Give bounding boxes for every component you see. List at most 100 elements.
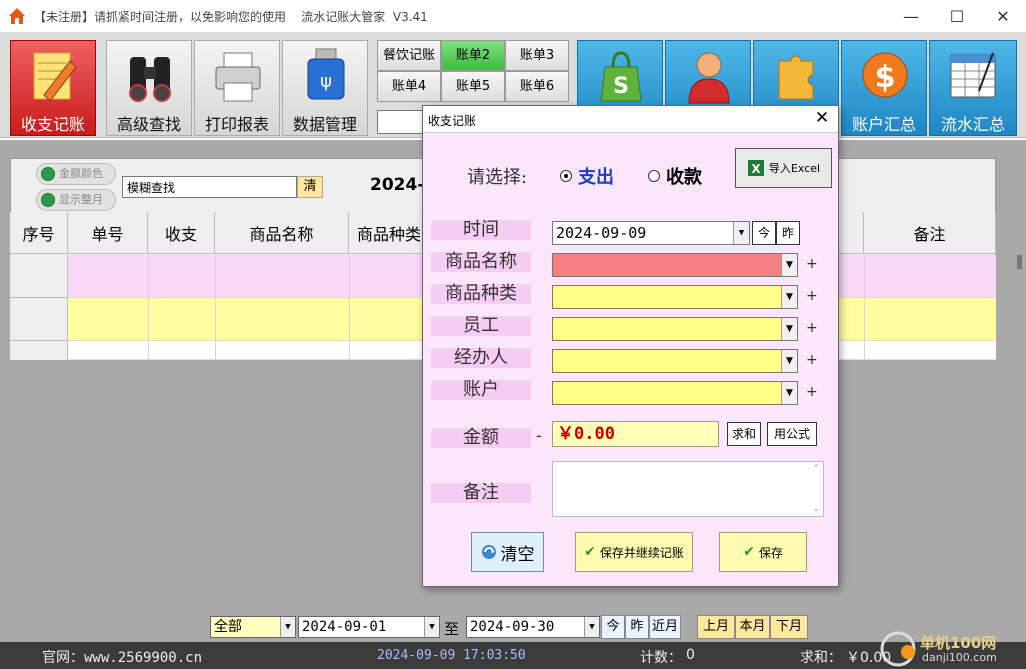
- month-title: 2024-: [370, 175, 425, 195]
- add-account-icon[interactable]: +: [806, 384, 818, 400]
- print-report-button[interactable]: 打印报表: [194, 40, 280, 136]
- scope-select[interactable]: 全部 ▼: [210, 616, 296, 638]
- fuzzy-search-input[interactable]: 模糊查找: [122, 176, 297, 198]
- option-income[interactable]: 收款: [648, 163, 702, 189]
- radio-checked-icon[interactable]: [560, 170, 572, 182]
- save-button[interactable]: ✔ 保存: [719, 532, 807, 572]
- amount-label: 金额: [431, 428, 531, 448]
- time-label: 时间: [431, 220, 531, 240]
- date-to-value: 2024-09-30: [470, 619, 555, 635]
- chevron-down-icon[interactable]: ▼: [424, 617, 439, 637]
- chevron-down-icon[interactable]: ▼: [781, 350, 797, 372]
- account-label: 账户: [431, 380, 531, 400]
- chevron-down-icon[interactable]: ▼: [781, 286, 797, 308]
- flow-summary-button[interactable]: 流水汇总: [929, 40, 1017, 136]
- account-tab-4[interactable]: 账单4: [377, 71, 441, 102]
- column-divider: [864, 255, 865, 360]
- close-button[interactable]: ✕: [980, 0, 1026, 32]
- usb-drive-icon: ψ: [307, 48, 345, 100]
- column-header-remarks[interactable]: 备注: [864, 212, 996, 254]
- column-header-product-name[interactable]: 商品名称: [215, 212, 349, 254]
- import-excel-button[interactable]: X 导入Excel: [735, 148, 832, 188]
- clear-button-label: 清空: [500, 544, 535, 565]
- account-tab-3[interactable]: 账单3: [505, 40, 569, 71]
- product-name-select[interactable]: ▼: [552, 253, 798, 277]
- show-month-toggle[interactable]: 显示整月: [36, 189, 116, 211]
- bookkeeping-button[interactable]: 收支记账: [10, 40, 96, 136]
- date-to-picker[interactable]: 2024-09-30 ▼: [466, 616, 600, 638]
- time-picker[interactable]: 2024-09-09 ▼: [552, 221, 750, 245]
- chevron-down-icon[interactable]: ▼: [781, 382, 797, 404]
- account-tab-1[interactable]: 餐饮记账: [377, 40, 441, 71]
- maximize-button[interactable]: ☐: [934, 0, 980, 32]
- chevron-down-icon[interactable]: ▼: [584, 617, 599, 637]
- filter-recent-month-button[interactable]: 近月: [649, 615, 681, 639]
- clear-button[interactable]: 清空: [471, 532, 544, 572]
- account-tab-5[interactable]: 账单5: [441, 71, 505, 102]
- use-formula-button[interactable]: 用公式: [767, 422, 817, 446]
- app-home-icon: [9, 8, 25, 24]
- filter-today-button[interactable]: 今: [601, 615, 625, 639]
- this-month-button[interactable]: 本月: [735, 615, 770, 639]
- handler-select[interactable]: ▼: [552, 349, 798, 373]
- dialog-close-button[interactable]: ✕: [809, 108, 835, 130]
- advanced-search-button[interactable]: 高级查找: [106, 40, 192, 136]
- watermark-logo: 单机100网 danji100.com: [878, 630, 1024, 668]
- import-excel-label: 导入Excel: [768, 162, 821, 175]
- time-today-button[interactable]: 今: [752, 221, 776, 245]
- save-continue-button[interactable]: ✔ 保存并继续记账: [575, 532, 693, 572]
- account-tab-2[interactable]: 账单2: [441, 40, 505, 71]
- filter-yesterday-button[interactable]: 昨: [625, 615, 649, 639]
- watermark-site-name: 单机100网: [920, 634, 997, 652]
- add-product-type-icon[interactable]: +: [806, 288, 818, 304]
- flow-summary-label: 流水汇总: [940, 115, 1005, 134]
- fuzzy-clear-button[interactable]: 清: [297, 176, 323, 198]
- option-income-label: 收款: [666, 167, 702, 188]
- chevron-down-icon[interactable]: ▼: [781, 254, 797, 276]
- chevron-down-icon[interactable]: ▼: [781, 318, 797, 340]
- option-expense[interactable]: 支出: [560, 163, 614, 189]
- column-header-product-type[interactable]: 商品种类: [349, 212, 423, 254]
- website-text: 官网：www.2569900.cn: [42, 650, 203, 666]
- row-divider: [10, 297, 68, 298]
- remarks-textarea[interactable]: ⌃ ⌄: [552, 461, 824, 517]
- column-header-type[interactable]: 收支: [148, 212, 215, 254]
- check-icon: ✔: [743, 544, 755, 560]
- column-divider: [349, 255, 350, 360]
- last-month-button[interactable]: 上月: [697, 615, 735, 639]
- toggle-dot: [41, 193, 55, 207]
- minimize-button[interactable]: —: [888, 0, 934, 32]
- svg-text:ψ: ψ: [320, 71, 332, 92]
- add-staff-icon[interactable]: +: [806, 320, 818, 336]
- add-product-name-icon[interactable]: +: [806, 256, 818, 272]
- account-input[interactable]: [377, 110, 425, 134]
- column-header-order-no[interactable]: 单号: [68, 212, 148, 254]
- radio-unchecked-icon[interactable]: [648, 170, 660, 182]
- row-header-column: [10, 255, 68, 360]
- amount-input[interactable]: ￥0.00: [552, 421, 719, 447]
- date-to-label: 至: [444, 620, 460, 638]
- chevron-down-icon[interactable]: ▼: [280, 617, 295, 637]
- staff-select[interactable]: ▼: [552, 317, 798, 341]
- svg-text:X: X: [751, 162, 761, 176]
- account-tab-6[interactable]: 账单6: [505, 71, 569, 102]
- product-type-select[interactable]: ▼: [552, 285, 798, 309]
- scroll-up-icon[interactable]: ⌃: [812, 464, 820, 474]
- show-month-label: 显示整月: [59, 193, 103, 206]
- data-management-button[interactable]: ψ 数据管理: [282, 40, 368, 136]
- sum-button[interactable]: 求和: [727, 422, 761, 446]
- next-month-button[interactable]: 下月: [770, 615, 808, 639]
- account-select[interactable]: ▼: [552, 381, 798, 405]
- column-header-index[interactable]: 序号: [10, 212, 68, 254]
- add-handler-icon[interactable]: +: [806, 352, 818, 368]
- date-from-picker[interactable]: 2024-09-01 ▼: [298, 616, 440, 638]
- row-divider: [10, 340, 68, 341]
- time-yesterday-button[interactable]: 昨: [776, 221, 800, 245]
- count-value: 0: [686, 647, 695, 663]
- watermark-site-url: danji100.com: [922, 651, 997, 664]
- account-summary-button[interactable]: $ 账户汇总: [841, 40, 927, 136]
- scope-value: 全部: [214, 619, 242, 635]
- amount-color-toggle[interactable]: 金额颜色: [36, 163, 116, 185]
- scroll-down-icon[interactable]: ⌄: [812, 504, 820, 514]
- chevron-down-icon[interactable]: ▼: [733, 222, 749, 244]
